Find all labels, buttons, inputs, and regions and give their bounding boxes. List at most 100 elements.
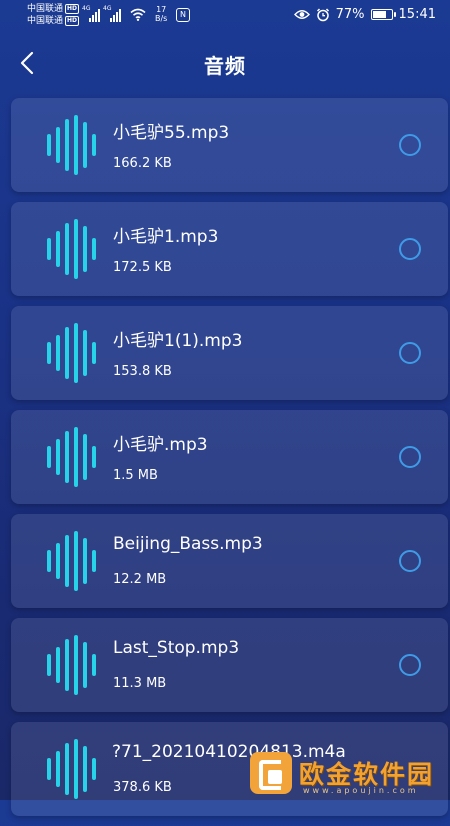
list-item[interactable]: 小毛驴1(1).mp3 153.8 KB — [11, 306, 448, 400]
file-name: Last_Stop.mp3 — [113, 638, 240, 658]
page-title: 音频 — [204, 54, 246, 78]
wave-bar — [65, 223, 69, 275]
wave-bar — [47, 342, 51, 364]
file-size: 172.5 KB — [113, 260, 172, 275]
wave-bar — [56, 439, 60, 475]
file-size: 12.2 MB — [113, 572, 167, 587]
network-speed-value: 17 — [156, 5, 167, 14]
audio-wave-icon — [43, 739, 99, 799]
audio-wave-icon — [43, 219, 99, 279]
wave-bar — [74, 323, 78, 383]
hd-badge: HD — [65, 4, 80, 14]
audio-wave-icon — [43, 531, 99, 591]
hd-badge: HD — [65, 16, 80, 26]
wave-bar — [92, 342, 96, 364]
wifi-icon — [130, 8, 146, 21]
list-item[interactable]: 小毛驴.mp3 1.5 MB — [11, 410, 448, 504]
watermark: 欧金软件园 www.apoujin.com — [250, 752, 450, 800]
select-radio[interactable] — [399, 134, 421, 156]
file-size: 166.2 KB — [113, 156, 172, 171]
file-name: 小毛驴1.mp3 — [113, 227, 219, 247]
wave-bar — [74, 219, 78, 279]
carrier-1-name: 中国联通 — [27, 4, 64, 14]
audio-file-list: 小毛驴55.mp3 166.2 KB 小毛驴1.mp3 172.5 KB 小毛驴… — [11, 98, 448, 826]
wave-bar — [83, 642, 87, 688]
carrier-1: 中国联通 HD — [27, 3, 80, 15]
wave-bar — [47, 134, 51, 156]
wave-bar — [47, 446, 51, 468]
wave-bar — [65, 431, 69, 483]
wave-bar — [83, 538, 87, 584]
audio-wave-icon — [43, 115, 99, 175]
nfc-icon: N — [176, 8, 190, 22]
wave-bar — [83, 434, 87, 480]
file-size: 378.6 KB — [113, 780, 172, 795]
wave-bar — [47, 654, 51, 676]
carrier-2-name: 中国联通 — [27, 16, 64, 26]
audio-wave-icon — [43, 323, 99, 383]
status-bar: 中国联通 HD 中国联通 HD 4G 4G 17 B/s N 77% 15:41 — [0, 0, 450, 32]
wave-bar — [92, 238, 96, 260]
wave-bar — [92, 446, 96, 468]
wave-bar — [92, 550, 96, 572]
wave-bar — [56, 231, 60, 267]
list-item[interactable]: Last_Stop.mp3 11.3 MB — [11, 618, 448, 712]
wave-bar — [47, 550, 51, 572]
wave-bar — [65, 327, 69, 379]
wave-bar — [74, 635, 78, 695]
audio-wave-icon — [43, 635, 99, 695]
alarm-icon — [316, 7, 329, 21]
wave-bar — [83, 746, 87, 792]
wave-bar — [74, 739, 78, 799]
select-radio[interactable] — [399, 342, 421, 364]
wave-bar — [56, 751, 60, 787]
wave-bar — [74, 427, 78, 487]
file-size: 11.3 MB — [113, 676, 167, 691]
watermark-url: www.apoujin.com — [303, 786, 419, 795]
wave-bar — [83, 226, 87, 272]
wave-bar — [74, 531, 78, 591]
wave-bar — [92, 654, 96, 676]
battery-percent: 77% — [335, 7, 365, 22]
signal-icons: 4G 4G — [82, 5, 121, 22]
select-radio[interactable] — [399, 446, 421, 468]
audio-wave-icon — [43, 427, 99, 487]
file-size: 1.5 MB — [113, 468, 158, 483]
status-right: 77% 15:41 — [293, 7, 436, 22]
wave-bar — [56, 127, 60, 163]
wave-bar — [74, 115, 78, 175]
list-item[interactable]: Beijing_Bass.mp3 12.2 MB — [11, 514, 448, 608]
signal-icon: 4G — [103, 5, 121, 22]
eye-icon — [293, 10, 310, 19]
network-speed: 17 B/s — [155, 5, 167, 23]
file-name: Beijing_Bass.mp3 — [113, 534, 263, 554]
file-name: 小毛驴.mp3 — [113, 435, 208, 455]
battery-icon — [370, 9, 396, 20]
network-speed-unit: B/s — [155, 14, 168, 23]
wave-bar — [92, 134, 96, 156]
wave-bar — [83, 330, 87, 376]
wave-bar — [65, 639, 69, 691]
file-name: 小毛驴55.mp3 — [113, 123, 230, 143]
wave-bar — [47, 238, 51, 260]
wave-bar — [56, 543, 60, 579]
wave-bar — [65, 535, 69, 587]
wave-bar — [56, 335, 60, 371]
wave-bar — [83, 122, 87, 168]
select-radio[interactable] — [399, 550, 421, 572]
wave-bar — [92, 758, 96, 780]
carrier-info: 中国联通 HD 中国联通 HD — [27, 3, 80, 27]
wave-bar — [47, 758, 51, 780]
select-radio[interactable] — [399, 238, 421, 260]
file-size: 153.8 KB — [113, 364, 172, 379]
wave-bar — [65, 743, 69, 795]
file-name: 小毛驴1(1).mp3 — [113, 331, 243, 351]
wave-bar — [56, 647, 60, 683]
signal-icon: 4G — [82, 5, 100, 22]
wave-bar — [65, 119, 69, 171]
watermark-logo-icon — [250, 752, 292, 794]
list-item[interactable]: 小毛驴1.mp3 172.5 KB — [11, 202, 448, 296]
select-radio[interactable] — [399, 654, 421, 676]
list-item[interactable]: 小毛驴55.mp3 166.2 KB — [11, 98, 448, 192]
clock: 15:41 — [398, 7, 436, 22]
